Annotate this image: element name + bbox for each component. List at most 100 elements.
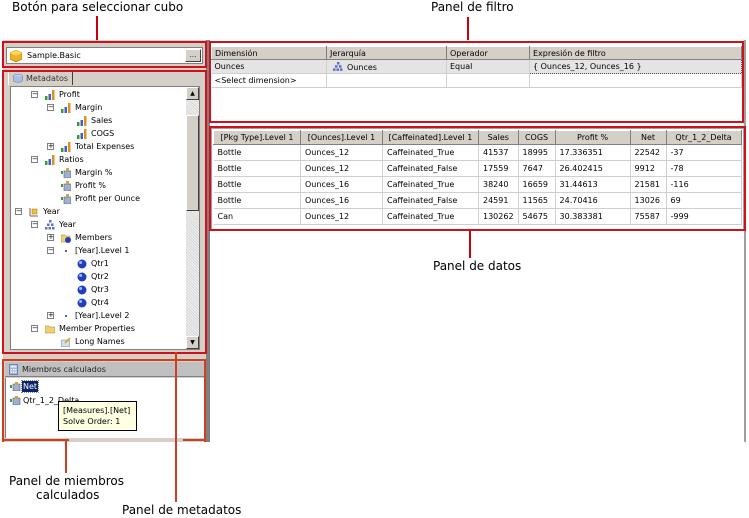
data-column-header[interactable]: [Pkg Type].Level 1 <box>213 130 301 145</box>
metadata-scrollbar[interactable]: ▲ ▼ <box>186 87 199 349</box>
filter-hierarchy-cell[interactable]: Ounces <box>326 59 447 74</box>
data-cell[interactable]: Bottle <box>213 160 301 177</box>
data-cell[interactable]: -999 <box>666 208 742 225</box>
data-cell[interactable]: Bottle <box>213 144 301 161</box>
data-cell[interactable]: Ounces_12 <box>300 144 383 161</box>
data-cell[interactable]: 38240 <box>478 176 519 193</box>
data-cell[interactable]: Ounces_16 <box>300 176 383 193</box>
data-cell[interactable]: Ounces_16 <box>300 192 383 209</box>
data-header-row: [Pkg Type].Level 1 [Ounces].Level 1 [Caffe… <box>213 130 742 145</box>
filter-hierarchy-label: Ounces <box>347 62 377 72</box>
filter-row-new[interactable]: <Select dimension> <box>211 73 742 88</box>
data-column-header[interactable]: [Ounces].Level 1 <box>300 130 383 145</box>
data-cell[interactable]: 21581 <box>630 176 667 193</box>
data-cell[interactable]: Ounces_12 <box>300 208 383 225</box>
data-column-header[interactable]: COGS <box>517 130 556 145</box>
select-cube-button[interactable]: ... <box>185 49 201 62</box>
data-cell[interactable]: 7647 <box>518 160 556 177</box>
data-cell[interactable]: 13026 <box>630 192 667 209</box>
data-row[interactable]: Bottle Ounces_12 Caffeinated_False 17559 764… <box>213 160 742 177</box>
data-row[interactable]: Bottle Ounces_16 Caffeinated_False 24591 115… <box>213 192 742 209</box>
data-cell[interactable]: -78 <box>666 160 742 177</box>
measure-icon <box>45 90 55 100</box>
member-icon <box>77 259 87 269</box>
data-cell[interactable]: Bottle <box>213 192 301 209</box>
data-cell[interactable]: Caffeinated_False <box>382 160 479 177</box>
property-icon <box>61 337 71 347</box>
data-cell[interactable]: 75587 <box>630 208 667 225</box>
data-cell[interactable]: Caffeinated_True <box>382 208 479 225</box>
data-column-header[interactable]: Sales <box>478 130 519 145</box>
tree-node-label: Members <box>75 233 113 242</box>
data-cell[interactable]: 26.402415 <box>555 160 631 177</box>
data-cell[interactable]: 24.70416 <box>555 192 631 209</box>
tab-metadata[interactable]: Metadatos <box>8 71 73 85</box>
data-cell[interactable]: 17559 <box>478 160 519 177</box>
data-cell[interactable]: 17.336351 <box>555 144 631 161</box>
data-row[interactable]: Bottle Ounces_12 Caffeinated_True 41537 1899… <box>213 144 742 161</box>
collapse-icon[interactable]: − <box>47 104 54 111</box>
data-cell[interactable]: Bottle <box>213 176 301 193</box>
data-cell[interactable]: Ounces_12 <box>300 160 383 177</box>
data-cell[interactable]: Caffeinated_False <box>382 192 479 209</box>
cube-selector[interactable]: Sample.Basic ... <box>6 47 203 64</box>
select-dimension-cell[interactable]: <Select dimension> <box>211 73 327 88</box>
data-cell[interactable]: Caffeinated_True <box>382 144 479 161</box>
tooltip-line-2: Solve Order: 1 <box>63 417 121 426</box>
filter-dimension-cell[interactable]: Ounces <box>211 59 327 74</box>
data-row[interactable]: Can Ounces_12 Caffeinated_True 130262 54675 3… <box>213 208 742 225</box>
data-column-header[interactable]: Profit % <box>554 130 631 145</box>
filter-col-dimension[interactable]: Dimensión <box>211 46 327 60</box>
collapse-icon[interactable]: − <box>31 156 38 163</box>
filter-row[interactable]: Ounces Ounces Equal { Ounces_12, Ounces_… <box>211 59 742 74</box>
data-cell[interactable]: Can <box>213 208 301 225</box>
data-cell[interactable]: Caffeinated_True <box>382 176 479 193</box>
filter-hierarchy-cell[interactable] <box>326 73 447 88</box>
tab-metadata-label: Metadatos <box>26 74 69 83</box>
scroll-up-button[interactable]: ▲ <box>186 87 199 100</box>
tree-node-label: Margin <box>75 103 103 112</box>
scroll-thumb[interactable] <box>186 115 199 211</box>
collapse-icon[interactable]: − <box>31 325 38 332</box>
expand-icon[interactable]: + <box>47 143 54 150</box>
data-cell[interactable]: 41537 <box>478 144 519 161</box>
calculated-member-icon <box>10 382 21 391</box>
data-cell[interactable]: 69 <box>666 192 742 209</box>
data-column-header[interactable]: Net <box>629 130 667 145</box>
data-cell[interactable]: 130262 <box>478 208 519 225</box>
collapse-icon[interactable]: − <box>47 247 54 254</box>
measure-icon <box>77 129 87 139</box>
data-cell[interactable]: 16659 <box>518 176 556 193</box>
tree-node-label: Profit % <box>75 181 107 190</box>
data-cell[interactable]: 9912 <box>630 160 667 177</box>
data-column-header[interactable]: [Caffeinated].Level 1 <box>382 130 479 145</box>
calc-member-tooltip: [Measures].[Net] Solve Order: 1 <box>58 401 137 431</box>
data-cell[interactable]: -116 <box>666 176 742 193</box>
collapse-icon[interactable]: − <box>31 91 38 98</box>
filter-operator-cell[interactable]: Equal <box>446 59 530 74</box>
metadata-tree[interactable]: ▲ ▼ − Profit − Margin Sales COGS + Total Expens… <box>10 86 200 350</box>
collapse-icon[interactable]: − <box>31 221 38 228</box>
filter-col-operator[interactable]: Operador <box>446 46 530 60</box>
filter-expression-cell[interactable] <box>529 73 742 88</box>
data-cell[interactable]: 24591 <box>478 192 519 209</box>
data-cell[interactable]: 31.44613 <box>555 176 631 193</box>
data-cell[interactable]: 11565 <box>518 192 556 209</box>
data-row[interactable]: Bottle Ounces_16 Caffeinated_True 38240 1665… <box>213 176 742 193</box>
expand-icon[interactable]: + <box>47 312 54 319</box>
expand-icon[interactable]: + <box>47 234 54 241</box>
data-cell[interactable]: 30.383381 <box>555 208 631 225</box>
data-cell[interactable]: 54675 <box>518 208 556 225</box>
data-cell[interactable]: -37 <box>666 144 742 161</box>
filter-expression-cell[interactable]: { Ounces_12, Ounces_16 } <box>529 59 742 74</box>
filter-col-hierarchy[interactable]: Jerarquía <box>326 46 447 60</box>
data-column-header[interactable]: Qtr_1_2_Delta <box>665 130 742 145</box>
callout-line-filter <box>467 17 469 41</box>
tree-node-label: Qtr1 <box>91 259 109 268</box>
collapse-icon[interactable]: − <box>15 208 22 215</box>
scroll-down-button[interactable]: ▼ <box>186 336 199 349</box>
filter-operator-cell[interactable] <box>446 73 530 88</box>
data-cell[interactable]: 18995 <box>518 144 556 161</box>
filter-col-expression[interactable]: Expresión de filtro <box>529 46 742 60</box>
data-cell[interactable]: 22542 <box>630 144 667 161</box>
